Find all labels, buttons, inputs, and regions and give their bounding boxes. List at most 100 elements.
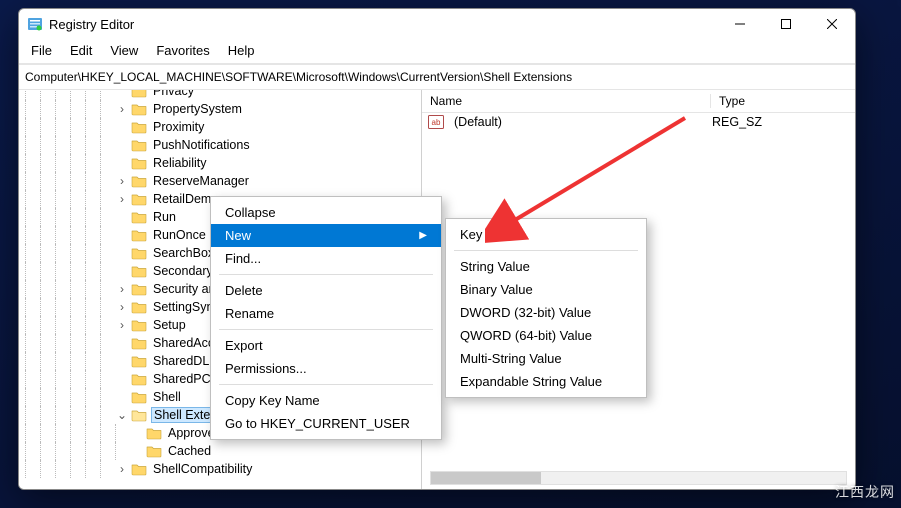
ctxkey-go-to-hkey-current-user[interactable]: Go to HKEY_CURRENT_USER [211, 412, 441, 435]
ctxkey-rename[interactable]: Rename [211, 302, 441, 325]
chevron-right-icon[interactable]: › [115, 192, 129, 206]
folder-icon [146, 426, 162, 440]
tree-item-label: ShellCompatibility [151, 462, 254, 476]
close-button[interactable] [809, 9, 855, 39]
folder-icon [131, 408, 147, 422]
folder-icon [131, 336, 147, 350]
menu-item-label: QWORD (64-bit) Value [460, 328, 592, 343]
tree-item[interactable]: Reliability [25, 154, 421, 172]
menu-favorites[interactable]: Favorites [148, 41, 217, 60]
window-title: Registry Editor [49, 17, 134, 32]
menu-item-label: Binary Value [460, 282, 533, 297]
menu-item-label: Expandable String Value [460, 374, 602, 389]
ctxkey-export[interactable]: Export [211, 334, 441, 357]
col-header-name[interactable]: Name [422, 94, 711, 108]
folder-icon [131, 192, 147, 206]
folder-icon [131, 300, 147, 314]
tree-spacer [115, 354, 129, 368]
ctxkey-collapse[interactable]: Collapse [211, 201, 441, 224]
chevron-right-icon[interactable]: › [115, 282, 129, 296]
folder-icon [131, 318, 147, 332]
svg-text:ab: ab [432, 118, 441, 127]
ctxnew-expandable-string-value[interactable]: Expandable String Value [446, 370, 646, 393]
ctxnew-key[interactable]: Key [446, 223, 646, 246]
tree-item-label: RunOnce [151, 228, 208, 242]
tree-item-label: ReserveManager [151, 174, 251, 188]
ctxkey-delete[interactable]: Delete [211, 279, 441, 302]
horizontal-scrollbar[interactable] [430, 471, 847, 485]
menu-help[interactable]: Help [220, 41, 263, 60]
tree-item-label: Run [151, 210, 178, 224]
ctxnew-string-value[interactable]: String Value [446, 255, 646, 278]
chevron-right-icon[interactable]: › [115, 300, 129, 314]
ctxkey-find[interactable]: Find... [211, 247, 441, 270]
folder-icon [131, 390, 147, 404]
menu-item-label: Rename [225, 306, 274, 321]
string-value-icon: ab [428, 115, 444, 129]
address-bar[interactable]: Computer\HKEY_LOCAL_MACHINE\SOFTWARE\Mic… [19, 64, 855, 90]
submenu-arrow-icon: ▶ [419, 230, 427, 241]
tree-item-label: Setup [151, 318, 188, 332]
folder-icon [131, 228, 147, 242]
tree-item[interactable]: PushNotifications [25, 136, 421, 154]
ctxnew-dword-32-bit-value[interactable]: DWORD (32-bit) Value [446, 301, 646, 324]
tree-spacer [115, 372, 129, 386]
menu-separator [454, 250, 638, 251]
maximize-button[interactable] [763, 9, 809, 39]
tree-item-label: SearchBox [151, 246, 216, 260]
ctxnew-multi-string-value[interactable]: Multi-String Value [446, 347, 646, 370]
tree-item[interactable]: › ReserveManager [25, 172, 421, 190]
folder-icon [131, 174, 147, 188]
context-menu-new: Key String Value Binary Value DWORD (32-bit… [445, 218, 647, 398]
ctxnew-binary-value[interactable]: Binary Value [446, 278, 646, 301]
folder-icon [131, 372, 147, 386]
folder-icon [131, 282, 147, 296]
tree-spacer [115, 264, 129, 278]
folder-icon [131, 246, 147, 260]
ctxnew-qword-64-bit-value[interactable]: QWORD (64-bit) Value [446, 324, 646, 347]
folder-icon [131, 264, 147, 278]
tree-item-label: Shell [151, 390, 183, 404]
tree-item-label: PushNotifications [151, 138, 252, 152]
list-row[interactable]: ab (Default)REG_SZ [422, 113, 855, 131]
col-header-type[interactable]: Type [711, 94, 855, 108]
ctxkey-permissions[interactable]: Permissions... [211, 357, 441, 380]
chevron-right-icon[interactable]: › [115, 174, 129, 188]
address-text: Computer\HKEY_LOCAL_MACHINE\SOFTWARE\Mic… [25, 70, 572, 84]
ctxkey-new[interactable]: New ▶ [211, 224, 441, 247]
tree-item[interactable]: Privacy [25, 90, 421, 100]
value-type: REG_SZ [704, 115, 762, 129]
tree-spacer [115, 336, 129, 350]
scrollbar-thumb[interactable] [431, 472, 541, 484]
chevron-right-icon[interactable]: › [115, 318, 129, 332]
menu-item-label: New [225, 228, 251, 243]
tree-spacer [130, 444, 144, 458]
menu-item-label: Export [225, 338, 263, 353]
chevron-right-icon[interactable]: › [115, 462, 129, 476]
ctxkey-copy-key-name[interactable]: Copy Key Name [211, 389, 441, 412]
menu-item-label: Permissions... [225, 361, 307, 376]
folder-icon [131, 210, 147, 224]
menu-view[interactable]: View [102, 41, 146, 60]
tree-item-label: PropertySystem [151, 102, 244, 116]
chevron-right-icon[interactable]: › [115, 102, 129, 116]
menu-item-label: Find... [225, 251, 261, 266]
watermark: 江西龙网 [835, 482, 895, 502]
menu-file[interactable]: File [23, 41, 60, 60]
menu-edit[interactable]: Edit [62, 41, 100, 60]
tree-spacer [115, 228, 129, 242]
menu-item-label: Collapse [225, 205, 276, 220]
menu-item-label: Multi-String Value [460, 351, 562, 366]
menu-item-label: Delete [225, 283, 263, 298]
minimize-button[interactable] [717, 9, 763, 39]
tree-item[interactable]: › ShellCompatibility [25, 460, 421, 478]
tree-item[interactable]: Cached [25, 442, 421, 460]
tree-spacer [115, 138, 129, 152]
tree-spacer [115, 210, 129, 224]
tree-item[interactable]: › PropertySystem [25, 100, 421, 118]
folder-icon [131, 120, 147, 134]
tree-spacer [130, 426, 144, 440]
menu-item-label: String Value [460, 259, 530, 274]
chevron-down-icon[interactable]: ⌄ [115, 408, 129, 422]
tree-item[interactable]: Proximity [25, 118, 421, 136]
